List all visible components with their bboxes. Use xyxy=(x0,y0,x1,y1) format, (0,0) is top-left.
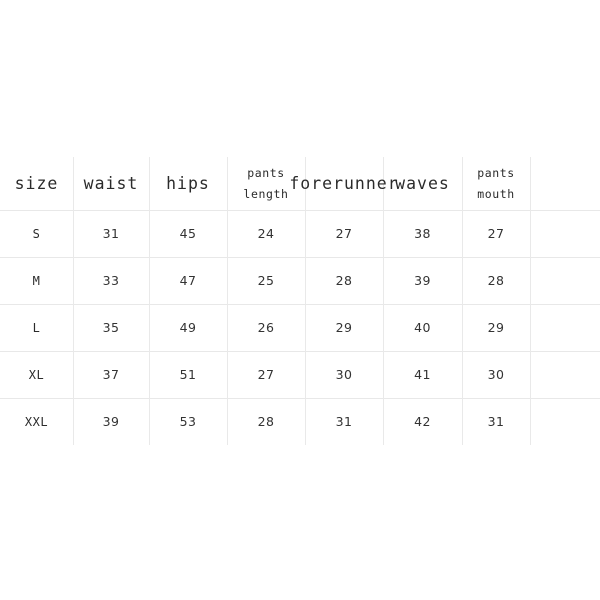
column-header-hips: hips xyxy=(149,157,227,210)
column-header-forerunner: forerunner xyxy=(289,157,397,210)
cell-value: 31 xyxy=(102,226,120,241)
cell-value: 51 xyxy=(179,367,197,382)
measurement-cell: 38 xyxy=(383,210,462,257)
measurement-cell: 33 xyxy=(73,257,149,304)
measurement-cell: 39 xyxy=(73,398,149,445)
cell-value: 40 xyxy=(414,320,431,335)
size-label-cell: S xyxy=(0,210,73,257)
measurement-cell: 27 xyxy=(227,351,305,398)
column-header-line2: length xyxy=(243,186,289,201)
cell-value: 28 xyxy=(487,273,505,288)
column-header-label: hips xyxy=(166,173,210,193)
measurement-cell: 51 xyxy=(149,351,227,398)
measurement-cell: 42 xyxy=(383,398,462,445)
cell-value: 49 xyxy=(179,320,197,335)
measurement-cell: 30 xyxy=(462,351,530,398)
cell-value: 29 xyxy=(487,320,505,335)
cell-value: 37 xyxy=(102,367,120,382)
cell-value: 39 xyxy=(414,273,431,288)
measurement-cell: 47 xyxy=(149,257,227,304)
cell-value: 53 xyxy=(179,414,197,429)
cell-value: 28 xyxy=(335,273,353,288)
cell-value: 28 xyxy=(257,414,275,429)
column-header-line1: pants xyxy=(477,166,515,181)
size-label-cell: XXL xyxy=(0,398,73,445)
column-header-line1: pants xyxy=(247,166,285,181)
column-header-waist: waist xyxy=(73,157,149,210)
measurement-cell: 29 xyxy=(305,304,383,351)
column-header-waves: waves xyxy=(383,157,462,210)
column-header-line2: mouth xyxy=(477,186,515,201)
cell-value: L xyxy=(32,320,41,335)
measurement-cell: 27 xyxy=(305,210,383,257)
size-chart-table: size waist hips pants length forerunner waves p… xyxy=(0,157,600,445)
cell-value: XXL xyxy=(24,414,49,429)
measurement-cell: 49 xyxy=(149,304,227,351)
cell-value: 27 xyxy=(257,367,275,382)
measurement-cell: 37 xyxy=(73,351,149,398)
column-header-label: waves xyxy=(395,173,450,193)
size-label-cell: L xyxy=(0,304,73,351)
cell-value: 25 xyxy=(257,273,275,288)
cell-value: 35 xyxy=(102,320,120,335)
cell-value: S xyxy=(32,226,41,241)
measurement-cell: 53 xyxy=(149,398,227,445)
measurement-cell: 39 xyxy=(383,257,462,304)
measurement-cell: 29 xyxy=(462,304,530,351)
measurement-cell: 41 xyxy=(383,351,462,398)
cell-value: 27 xyxy=(335,226,353,241)
cell-value: M xyxy=(32,273,41,288)
measurement-cell: 28 xyxy=(462,257,530,304)
cell-value: 42 xyxy=(414,414,431,429)
measurement-cell: 25 xyxy=(227,257,305,304)
column-header-label: size xyxy=(14,173,59,193)
measurement-cell: 31 xyxy=(305,398,383,445)
column-header-label: waist xyxy=(83,173,139,193)
cell-value: XL xyxy=(28,367,45,382)
cell-value: 27 xyxy=(487,226,505,241)
cell-value: 45 xyxy=(179,226,197,241)
measurement-cell: 24 xyxy=(227,210,305,257)
column-header-size: size xyxy=(0,157,73,210)
size-label-cell: M xyxy=(0,257,73,304)
cell-value: 31 xyxy=(487,414,505,429)
measurement-cell: 40 xyxy=(383,304,462,351)
cell-value: 26 xyxy=(257,320,275,335)
cell-value: 41 xyxy=(414,367,431,382)
measurement-cell: 31 xyxy=(73,210,149,257)
cell-value: 47 xyxy=(179,273,197,288)
cell-value: 38 xyxy=(414,226,431,241)
measurement-cell: 31 xyxy=(462,398,530,445)
column-header-pants-mouth: pants mouth xyxy=(462,157,530,210)
cell-value: 29 xyxy=(335,320,353,335)
cell-value: 31 xyxy=(335,414,353,429)
table-column-divider xyxy=(530,157,531,445)
measurement-cell: 35 xyxy=(73,304,149,351)
cell-value: 24 xyxy=(257,226,275,241)
measurement-cell: 27 xyxy=(462,210,530,257)
measurement-cell: 28 xyxy=(305,257,383,304)
measurement-cell: 30 xyxy=(305,351,383,398)
cell-value: 30 xyxy=(335,367,353,382)
size-label-cell: XL xyxy=(0,351,73,398)
cell-value: 39 xyxy=(102,414,120,429)
cell-value: 33 xyxy=(102,273,120,288)
measurement-cell: 26 xyxy=(227,304,305,351)
measurement-cell: 28 xyxy=(227,398,305,445)
measurement-cell: 45 xyxy=(149,210,227,257)
cell-value: 30 xyxy=(487,367,505,382)
